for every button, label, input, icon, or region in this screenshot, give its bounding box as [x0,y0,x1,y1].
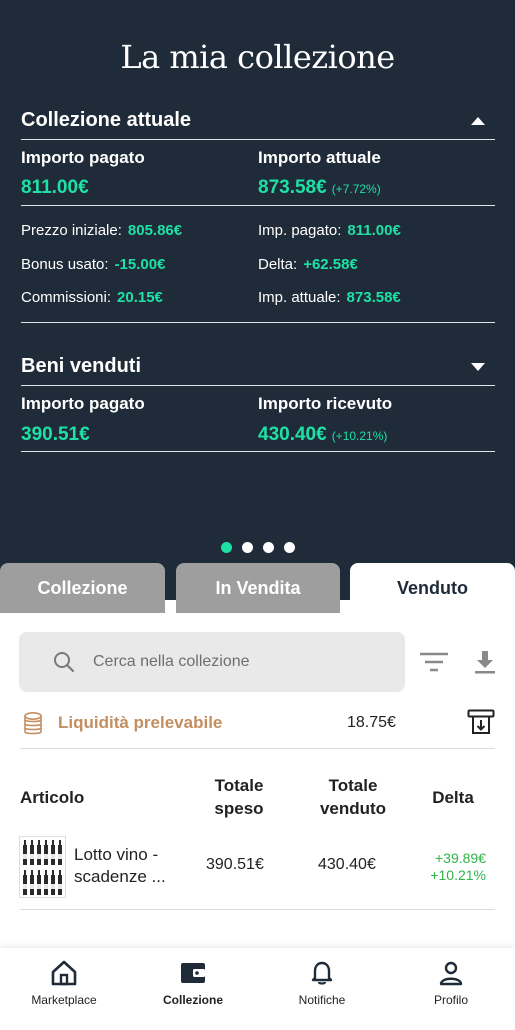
prezzo-iniziale-label: Prezzo iniziale: [21,222,122,239]
tab-venduto[interactable]: Venduto [350,563,515,613]
item-name: Lotto vino - scadenze ... [74,845,166,886]
importo-ricevuto-amount: 430.40€ [258,424,327,445]
item-delta-pct: +10.21% [430,867,486,883]
bonus-label: Bonus usato: [21,256,109,273]
commissioni-row: Commissioni: 20.15€ [21,289,163,306]
nav-marketplace[interactable]: Marketplace [9,960,119,1007]
section-title: Beni venduti [21,355,142,377]
section-title: Collezione attuale [21,109,192,131]
imp-attuale-value: 873.58€ [346,289,401,306]
venduti-importo-pagato-label: Importo pagato [21,394,145,413]
divider [21,385,495,386]
download-icon[interactable] [474,650,496,674]
divider [21,322,495,323]
search-placeholder: Cerca nella collezione [93,653,250,670]
pager-dot[interactable] [263,542,274,553]
page-title: La mia collezione [120,38,395,76]
collapse-arrow-icon[interactable] [471,116,485,125]
divider [21,451,495,452]
divider [20,909,495,910]
nav-notifiche[interactable]: Notifiche [267,960,377,1007]
importo-ricevuto-value: 430.40€ (+10.21%) [258,424,387,446]
bonus-row: Bonus usato: -15.00€ [21,256,165,273]
nav-label: Collezione [162,993,223,1007]
delta-row: Delta: +62.58€ [258,256,358,273]
importo-attuale-value: 873.58€ (+7.72%) [258,177,381,199]
pager-dot[interactable] [284,542,295,553]
collection-summary-panel: La mia collezione Collezione attuale Imp… [0,0,515,600]
col-header-totale-venduto[interactable]: Totale venduto [306,774,400,820]
nav-label: Marketplace [31,993,97,1007]
imp-pagato-value: 811.00€ [347,222,401,239]
tab-collezione[interactable]: Collezione [0,563,165,613]
venduti-importo-pagato-value: 390.51€ [21,424,90,445]
prezzo-iniziale-value: 805.86€ [127,222,183,239]
wallet-icon [181,963,205,983]
filter-icon[interactable] [419,651,449,673]
importo-ricevuto-label: Importo ricevuto [258,394,393,413]
liquidita-row: Liquidità prelevabile 18.75€ [20,705,495,741]
bottom-navigation: Marketplace Collezione Notifiche Profilo [0,948,515,1030]
nav-collezione[interactable]: Collezione [138,960,248,1007]
item-totale-speso: 390.51€ [206,856,264,873]
expand-arrow-icon[interactable] [471,362,485,371]
divider [21,139,495,140]
commissioni-label: Commissioni: [21,289,112,306]
prezzo-iniziale-row: Prezzo iniziale: 805.86€ [21,222,182,239]
commissioni-value: 20.15€ [117,289,163,306]
pager-dot[interactable] [242,542,253,553]
importo-attuale-amount: 873.58€ [258,177,327,198]
bell-icon [311,961,333,985]
divider [20,748,495,749]
importo-pagato-value: 811.00€ [21,177,89,198]
home-icon [51,960,77,986]
col-header-totale-speso[interactable]: Totale speso [198,774,280,820]
imp-attuale-row: Imp. attuale: 873.58€ [258,289,401,306]
col-header-delta[interactable]: Delta [420,786,486,809]
importo-attuale-pct: (+7.72%) [331,182,381,196]
withdraw-atm-icon[interactable] [467,709,495,737]
nav-profilo[interactable]: Profilo [396,960,506,1007]
wine-bottles-image [23,840,62,895]
divider [21,205,495,206]
tab-in-vendita[interactable]: In Vendita [176,563,340,613]
importo-ricevuto-pct: (+10.21%) [331,429,388,443]
beni-venduti-header[interactable]: Beni venduti [21,355,495,378]
item-delta: +39.89€ +10.21% [420,850,486,884]
item-delta-eur: +39.89€ [435,850,486,866]
importo-pagato-label: Importo pagato [21,148,145,167]
item-totale-venduto: 430.40€ [318,856,376,873]
search-icon [54,652,75,673]
imp-pagato-row: Imp. pagato: 811.00€ [258,222,401,239]
collezione-attuale-header[interactable]: Collezione attuale [21,109,495,132]
liquidita-amount: 18.75€ [347,714,396,731]
imp-pagato-label: Imp. pagato: [258,222,342,239]
pager-dot-active[interactable] [221,542,232,553]
user-icon [439,961,463,986]
pager-dots[interactable] [221,542,295,553]
bonus-value: -15.00€ [114,256,166,273]
importo-attuale-label: Importo attuale [258,148,381,167]
item-thumbnail [19,836,66,898]
search-input[interactable]: Cerca nella collezione [19,632,405,692]
imp-attuale-label: Imp. attuale: [258,289,341,306]
col-header-articolo[interactable]: Articolo [20,786,84,809]
delta-value: +62.58€ [303,256,358,273]
liquidita-label: Liquidità prelevabile [58,713,223,732]
nav-label: Notifiche [298,993,346,1007]
nav-label: Profilo [433,993,468,1007]
delta-label: Delta: [258,256,298,273]
coins-icon [24,711,42,735]
